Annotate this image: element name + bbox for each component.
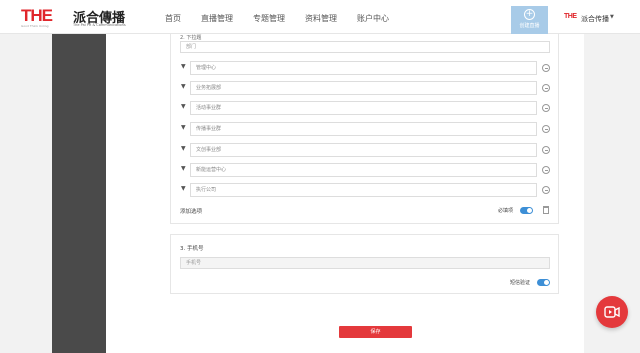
plus-icon: + (524, 9, 535, 20)
account-name[interactable]: 派合传播 (581, 14, 609, 24)
logo[interactable]: THE Good Think Unling 派合傳播 The Pai PR & … (21, 6, 131, 32)
drag-triangle-icon[interactable]: ▼ (181, 63, 186, 70)
phone-input[interactable]: 手机号 (180, 257, 550, 269)
option-row: ▼ 业务拓展部 (181, 81, 551, 95)
nav-topic-management[interactable]: 专题管理 (253, 13, 285, 24)
nav-home[interactable]: 首页 (165, 13, 181, 24)
sms-verify-toggle[interactable] (537, 279, 550, 286)
remove-option-icon[interactable] (542, 64, 550, 72)
question-card-phone: 3. 手机号 手机号 短信验证 (170, 234, 559, 294)
required-toggle[interactable] (520, 207, 533, 214)
option-input[interactable]: 文创事业部 (190, 143, 537, 157)
sms-verify-label: 短信验证 (510, 280, 531, 286)
drag-triangle-icon[interactable]: ▼ (181, 83, 186, 90)
remove-option-icon[interactable] (542, 186, 550, 194)
remove-option-icon[interactable] (542, 166, 550, 174)
caret-down-icon[interactable]: ▼ (610, 14, 614, 20)
option-row: ▼ 传播事业群 (181, 122, 551, 136)
question-title: 2. 下拉题 (180, 35, 202, 41)
video-icon (604, 306, 620, 318)
nav-material-management[interactable]: 资料管理 (305, 13, 337, 24)
drag-triangle-icon[interactable]: ▼ (181, 103, 186, 110)
remove-option-icon[interactable] (542, 104, 550, 112)
live-video-fab[interactable] (596, 296, 628, 328)
option-row: ▼ 管理中心 (181, 61, 551, 75)
option-input[interactable]: 新能运营中心 (190, 163, 537, 177)
add-option-button[interactable]: 添加选项 (180, 207, 202, 215)
sidebar (52, 34, 106, 353)
logo-mark-sub: Good Think Unling (21, 24, 49, 28)
trash-icon[interactable] (543, 206, 549, 214)
remove-option-icon[interactable] (542, 146, 550, 154)
drag-triangle-icon[interactable]: ▼ (181, 124, 186, 131)
brand-mini-logo: THE (564, 13, 577, 20)
nav-live-management[interactable]: 直播管理 (201, 13, 233, 24)
question-title: 3. 手机号 (180, 246, 204, 252)
logo-mark: THE (21, 6, 53, 25)
department-input[interactable]: 部门 (180, 41, 550, 53)
drag-triangle-icon[interactable]: ▼ (181, 165, 186, 172)
required-label: 必填项 (498, 208, 514, 214)
save-button[interactable]: 保存 (339, 326, 412, 338)
option-row: ▼ 文创事业部 (181, 143, 551, 157)
drag-triangle-icon[interactable]: ▼ (181, 145, 186, 152)
option-input[interactable]: 业务拓展部 (190, 81, 537, 95)
remove-option-icon[interactable] (542, 84, 550, 92)
main-nav: 首页 直播管理 专题管理 资料管理 账户中心 (165, 13, 409, 24)
option-row: ▼ 执行公司 (181, 183, 551, 197)
drag-triangle-icon[interactable]: ▼ (181, 185, 186, 192)
nav-account-center[interactable]: 账户中心 (357, 13, 389, 24)
create-live-label: 创建直播 (519, 23, 540, 29)
option-row: ▼ 活动事业群 (181, 101, 551, 115)
option-input[interactable]: 活动事业群 (190, 101, 537, 115)
option-input[interactable]: 管理中心 (190, 61, 537, 75)
remove-option-icon[interactable] (542, 125, 550, 133)
logo-en: The Pai PR & Communications (73, 23, 126, 27)
option-input[interactable]: 传播事业群 (190, 122, 537, 136)
option-row: ▼ 新能运营中心 (181, 163, 551, 177)
top-header: THE Good Think Unling 派合傳播 The Pai PR & … (0, 0, 640, 34)
create-live-button[interactable]: + 创建直播 (511, 6, 548, 34)
question-card-dropdown: 2. 下拉题 部门 ▼ 管理中心 ▼ 业务拓展部 ▼ 活动事业群 ▼ 传播事业群… (170, 34, 559, 224)
option-input[interactable]: 执行公司 (190, 183, 537, 197)
